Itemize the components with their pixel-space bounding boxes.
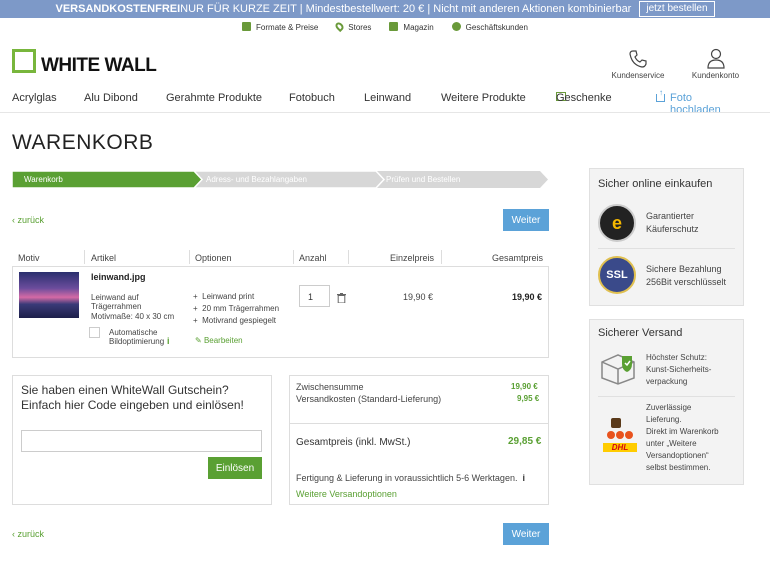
secure-shopping-title: Sicher online einkaufen: [598, 178, 713, 190]
main-nav: Acrylglas Alu Dibond Gerahmte Produkte F…: [12, 88, 721, 117]
delivery-text: Zuverlässige Lieferung. Direkt im Warenkor…: [646, 403, 719, 472]
promo-bold: VERSANDKOSTENFREI: [55, 3, 181, 15]
carrier-logos-icon: DHL: [603, 418, 637, 462]
business-icon: [451, 22, 461, 31]
more-shipping-options-link[interactable]: Weitere Versandoptionen: [296, 489, 397, 499]
next-button-bottom[interactable]: Weiter: [503, 523, 549, 545]
col-motiv: Motiv: [18, 253, 40, 263]
unit-price: 19,90 €: [403, 292, 434, 302]
col-sep: [293, 250, 294, 264]
back-link-bottom[interactable]: ‹ zurück: [12, 529, 44, 539]
ssl-seal-icon: SSL: [598, 256, 636, 294]
nav-item-acrylglas[interactable]: Acrylglas: [12, 92, 57, 104]
nav-item-upload[interactable]: ↑ Foto hochladen: [656, 89, 721, 116]
nav-divider: [0, 112, 770, 113]
info-icon[interactable]: i: [520, 473, 525, 483]
step-cart: Warenkorb: [24, 175, 63, 184]
col-sep: [348, 250, 349, 264]
motif-thumbnail[interactable]: [19, 272, 79, 318]
nav-item-leinwand[interactable]: Leinwand: [364, 92, 411, 104]
quantity-input[interactable]: 1: [299, 285, 330, 307]
col-optionen: Optionen: [195, 253, 232, 263]
secure-payment-text: Sichere Bezahlung 256Bit verschlüsselt: [646, 264, 727, 287]
voucher-code-input[interactable]: [21, 430, 262, 452]
step-review: Prüfen und Bestellen: [386, 175, 461, 184]
account-label: Kundenkonto: [691, 71, 740, 80]
promo-order-button[interactable]: jetzt bestellen: [639, 1, 715, 17]
item-filename: leinwand.jpg: [91, 272, 146, 282]
buyer-protection-text: Garantierter Käuferschutz: [646, 211, 699, 234]
subtotal-value: 19,90 €: [511, 382, 538, 391]
col-anzahl: Anzahl: [299, 253, 327, 263]
protection-text: Höchster Schutz: Kunst-Sicherheits-verpac…: [646, 353, 712, 386]
shipping-value: 9,95 €: [517, 394, 540, 403]
customer-service-link[interactable]: Kundenservice: [608, 49, 668, 80]
service-link-stores[interactable]: Stores: [334, 20, 371, 33]
nav-item-gerahmte-produkte[interactable]: Gerahmte Produkte: [166, 92, 262, 104]
nav-item-weitere-produkte[interactable]: Weitere Produkte: [441, 92, 526, 104]
promo-text: NUR FÜR KURZE ZEIT | Mindestbestellwert:…: [180, 3, 632, 15]
total-price: 19,90 €: [512, 292, 543, 302]
option-item: + 20 mm Trägerrahmen: [193, 304, 280, 313]
logo-square-icon[interactable]: [12, 49, 36, 73]
next-button-top[interactable]: Weiter: [503, 209, 549, 231]
voucher-title: Sie haben einen WhiteWall Gutschein? Ein…: [21, 383, 244, 412]
nav-item-alu-dibond[interactable]: Alu Dibond: [84, 92, 138, 104]
pencil-icon: ✎: [195, 336, 204, 345]
service-link-business[interactable]: Geschäftskunden: [451, 22, 528, 32]
trusted-shops-seal-icon[interactable]: e: [598, 204, 636, 242]
info-icon[interactable]: i: [167, 336, 170, 346]
item-article-line: Trägerrahmen: [91, 302, 142, 311]
promo-bar: VERSANDKOSTENFREI NUR FÜR KURZE ZEIT | M…: [0, 0, 770, 18]
formats-icon: [242, 22, 252, 31]
col-einzelpreis: Einzelpreis: [390, 253, 435, 263]
grand-total-value: 29,85 €: [508, 436, 542, 447]
package-shield-icon: [601, 354, 635, 385]
col-sep: [441, 250, 442, 264]
upload-icon: ↑: [656, 89, 665, 102]
user-icon: [706, 48, 725, 69]
option-item: + Leinwand print: [193, 292, 255, 301]
subtotal-label: Zwischensumme: [296, 382, 364, 392]
nav-item-fotobuch[interactable]: Fotobuch: [289, 92, 335, 104]
edit-link[interactable]: ✎ Bearbeiten: [195, 336, 243, 345]
customer-service-label: Kundenservice: [611, 71, 665, 80]
col-gesamtpreis: Gesamtpreis: [492, 253, 544, 263]
page-title: WARENKORB: [12, 131, 154, 154]
col-sep: [189, 250, 190, 264]
auto-optimization-checkbox[interactable]: [89, 327, 100, 338]
auto-opt-label: Bildoptimierung: [109, 337, 165, 346]
logo[interactable]: WHITE WALL: [41, 55, 157, 77]
phone-icon: [629, 50, 647, 68]
divider: [598, 248, 735, 249]
grand-total-label: Gesamtpreis (inkl. MwSt.): [296, 437, 411, 448]
item-article-line: Motivmaße: 40 x 30 cm: [91, 312, 175, 321]
step-address: Adress- und Bezahlangaben: [206, 175, 307, 184]
delivery-info: Fertigung & Lieferung in voraussichtlich…: [296, 473, 525, 483]
option-item: + Motivrand gespiegelt: [193, 316, 276, 325]
secure-shipping-title: Sicherer Versand: [598, 327, 683, 339]
service-link-formats[interactable]: Formate & Preise: [242, 22, 318, 32]
service-link-magazin[interactable]: Magazin: [389, 22, 434, 32]
trash-icon[interactable]: [337, 290, 346, 304]
summary-divider: [290, 423, 548, 424]
col-sep: [84, 250, 85, 264]
col-artikel: Artikel: [91, 253, 117, 263]
magazine-icon: [389, 22, 399, 31]
divider: [598, 396, 735, 397]
shipping-label: Versandkosten (Standard-Lieferung): [296, 394, 442, 404]
service-links: Formate & Preise Stores Magazin Geschäft…: [0, 19, 770, 35]
back-link-top[interactable]: ‹ zurück: [12, 215, 44, 225]
account-link[interactable]: Kundenkonto: [688, 48, 743, 80]
location-icon: [334, 20, 346, 33]
redeem-button[interactable]: Einlösen: [208, 457, 262, 479]
